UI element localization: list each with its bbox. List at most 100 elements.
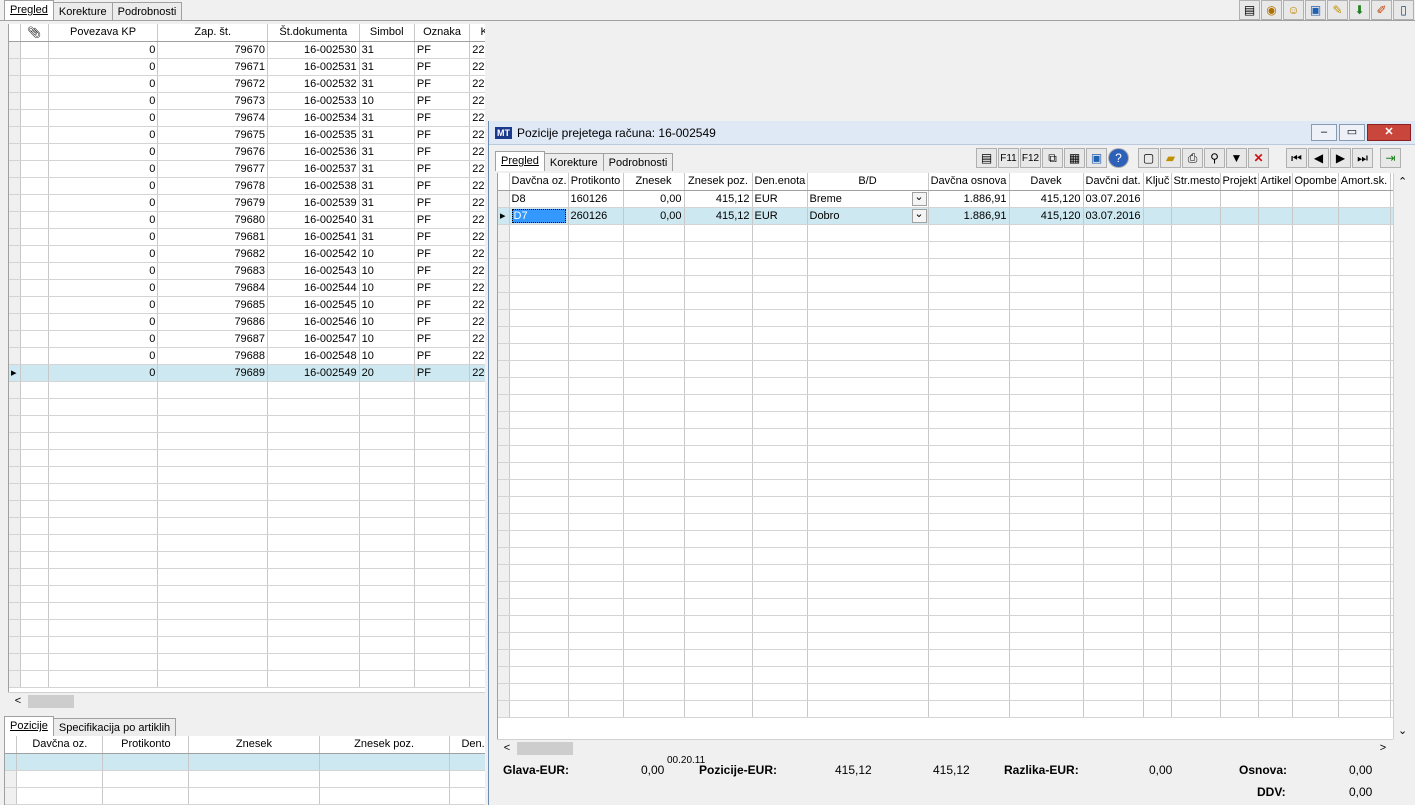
table-cell[interactable]: [1220, 564, 1259, 582]
table-cell[interactable]: [684, 411, 753, 429]
next-record-icon[interactable]: ▶: [1330, 148, 1351, 168]
table-cell[interactable]: [359, 483, 415, 501]
column-header[interactable]: Simbol: [359, 24, 415, 42]
table-cell[interactable]: [1338, 377, 1391, 395]
table-cell[interactable]: [509, 581, 569, 599]
table-cell[interactable]: 31: [359, 75, 415, 93]
table-cell[interactable]: [623, 241, 685, 259]
column-header[interactable]: Amort.sk.: [1338, 173, 1391, 191]
attachment-cell[interactable]: [20, 330, 49, 348]
table-cell[interactable]: [1143, 445, 1172, 463]
table-cell[interactable]: [684, 343, 753, 361]
attachment-cell[interactable]: [20, 500, 49, 518]
table-cell[interactable]: [1292, 207, 1339, 225]
table-cell[interactable]: [1220, 496, 1259, 514]
table-cell[interactable]: [267, 585, 360, 603]
table-cell[interactable]: PF: [414, 228, 471, 246]
table-cell[interactable]: [1220, 258, 1259, 276]
table-cell[interactable]: 31: [359, 160, 415, 178]
table-cell[interactable]: [807, 530, 929, 548]
table-cell[interactable]: [1220, 462, 1259, 480]
table-cell[interactable]: [568, 632, 624, 650]
table-cell[interactable]: [928, 530, 1010, 548]
table-cell[interactable]: EUR: [752, 207, 808, 225]
table-cell[interactable]: [509, 632, 569, 650]
attachment-cell[interactable]: [20, 449, 49, 467]
attachment-cell[interactable]: [20, 619, 49, 637]
edit-icon[interactable]: ✐: [1371, 0, 1392, 20]
table-cell[interactable]: 0: [48, 245, 159, 263]
table-cell[interactable]: PF: [414, 330, 471, 348]
row-indicator[interactable]: [9, 279, 21, 297]
table-cell[interactable]: 10: [359, 296, 415, 314]
table-row[interactable]: [498, 224, 1393, 242]
table-cell[interactable]: D8: [509, 190, 569, 208]
row-indicator[interactable]: [9, 398, 21, 416]
attachment-cell[interactable]: [20, 177, 49, 195]
table-cell[interactable]: [1143, 649, 1172, 667]
table-cell[interactable]: 16-002546: [267, 313, 360, 331]
table-cell[interactable]: [1171, 207, 1221, 225]
attachment-cell[interactable]: [20, 245, 49, 263]
table-cell[interactable]: 16-002535: [267, 126, 360, 144]
column-header[interactable]: Den.enota: [752, 173, 808, 191]
table-cell[interactable]: [1292, 411, 1339, 429]
row-indicator[interactable]: [9, 58, 21, 76]
table-cell[interactable]: [1083, 530, 1144, 548]
export-icon[interactable]: ⬇: [1349, 0, 1370, 20]
table-cell[interactable]: [509, 700, 569, 718]
table-cell[interactable]: [1258, 632, 1293, 650]
table-cell[interactable]: [1292, 428, 1339, 446]
new-icon[interactable]: ▢: [1138, 148, 1159, 168]
table-row[interactable]: [9, 619, 485, 637]
table-cell[interactable]: [1143, 700, 1172, 718]
table-cell[interactable]: [509, 343, 569, 361]
chevron-down-icon[interactable]: ⌄: [911, 208, 927, 223]
table-cell[interactable]: [623, 700, 685, 718]
table-row[interactable]: [498, 496, 1393, 514]
column-header[interactable]: Protikonto: [102, 736, 190, 754]
table-cell[interactable]: [807, 326, 929, 344]
table-cell[interactable]: [623, 275, 685, 293]
table-cell[interactable]: 0: [48, 364, 159, 382]
table-cell[interactable]: 0: [48, 143, 159, 161]
attachment-cell[interactable]: [20, 517, 49, 535]
table-cell[interactable]: [752, 326, 808, 344]
table-cell[interactable]: [1143, 564, 1172, 582]
table-cell[interactable]: [1338, 224, 1391, 242]
table-cell[interactable]: [509, 241, 569, 259]
row-indicator[interactable]: [498, 428, 510, 446]
table-cell[interactable]: [469, 636, 485, 654]
table-cell[interactable]: [928, 666, 1010, 684]
column-header[interactable]: Davčna osnova: [928, 173, 1010, 191]
exit-icon[interactable]: ▯: [1393, 0, 1414, 20]
table-cell[interactable]: [568, 445, 624, 463]
table-cell[interactable]: [509, 564, 569, 582]
table-row[interactable]: 07968516-00254510PF220: [9, 296, 485, 314]
table-cell[interactable]: [509, 530, 569, 548]
column-header[interactable]: Ključ: [1143, 173, 1172, 191]
filter-icon[interactable]: ▼: [1226, 148, 1247, 168]
table-cell[interactable]: [359, 381, 415, 399]
table-cell[interactable]: [509, 649, 569, 667]
table-cell[interactable]: [1009, 258, 1084, 276]
first-record-icon[interactable]: ⏮: [1286, 148, 1307, 168]
table-cell[interactable]: [1143, 207, 1172, 225]
row-indicator[interactable]: [498, 496, 510, 514]
table-cell[interactable]: [1143, 190, 1172, 208]
row-indicator[interactable]: [498, 530, 510, 548]
table-cell[interactable]: [1009, 275, 1084, 293]
table-cell[interactable]: [928, 598, 1010, 616]
table-cell[interactable]: [1171, 394, 1221, 412]
table-cell[interactable]: [752, 275, 808, 293]
table-cell[interactable]: 31: [359, 41, 415, 59]
table-cell[interactable]: [16, 787, 104, 805]
table-cell[interactable]: [1338, 326, 1391, 344]
table-cell[interactable]: [157, 670, 269, 688]
table-cell[interactable]: [928, 649, 1010, 667]
table-cell[interactable]: [807, 615, 929, 633]
table-cell[interactable]: [684, 241, 753, 259]
table-cell[interactable]: [1292, 292, 1339, 310]
table-cell[interactable]: 221: [469, 177, 485, 195]
attachment-cell[interactable]: [20, 296, 49, 314]
